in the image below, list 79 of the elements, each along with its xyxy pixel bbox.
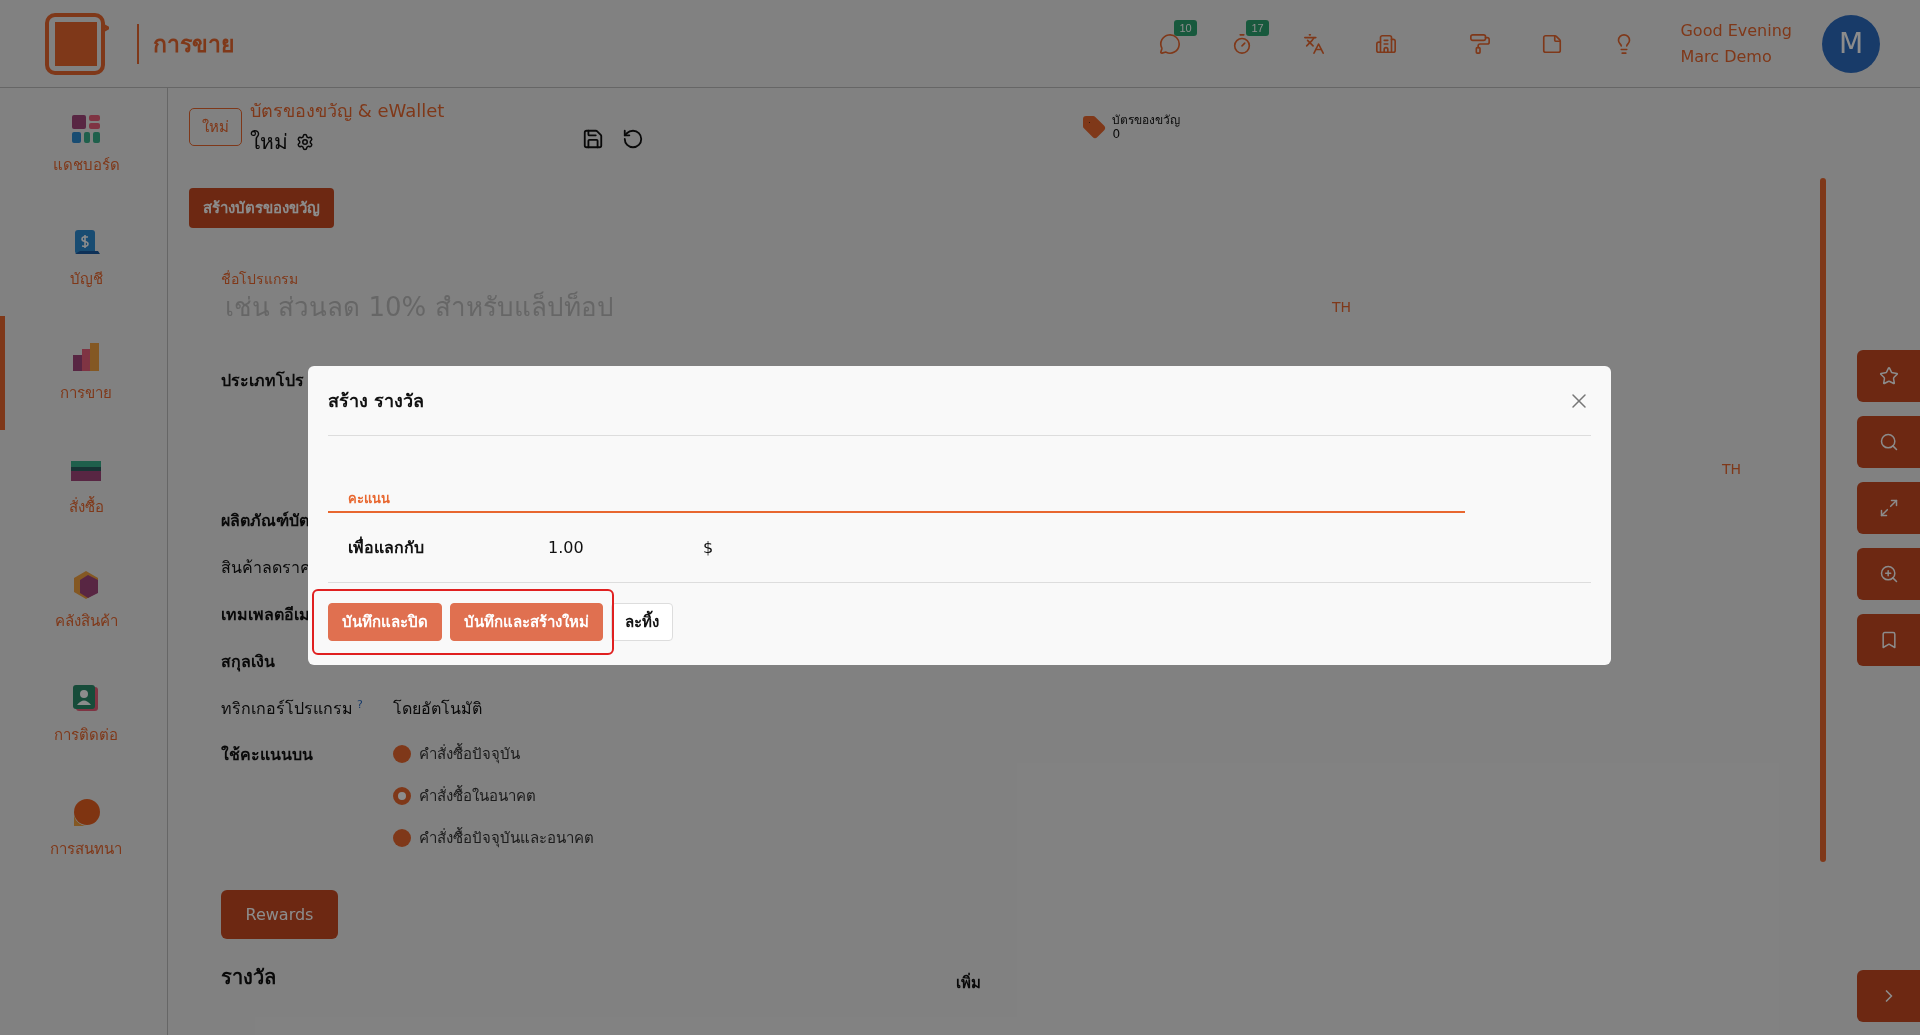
radio-label: คำสั่งซื้อปัจจุบัน xyxy=(419,742,520,766)
field-label: ทริกเกอร์โปรแกรม $^{?}$ xyxy=(221,696,364,720)
side-tool-button[interactable] xyxy=(1857,350,1920,402)
currency-symbol: $ xyxy=(703,538,715,557)
sidebar-item[interactable]: การติดต่อ xyxy=(0,658,167,772)
zoom-in-icon xyxy=(1878,564,1899,584)
dialog-title: สร้าง รางวัล xyxy=(328,389,425,413)
count-badge: 10 xyxy=(1174,19,1197,36)
radio-button[interactable] xyxy=(393,787,411,805)
paint-roller-icon xyxy=(1469,32,1492,55)
star-icon xyxy=(1878,366,1899,386)
side-tool-button[interactable] xyxy=(1857,416,1920,468)
stat-label: บัตรของขวัญ xyxy=(1112,113,1181,127)
breadcrumb-link[interactable]: บัตรของขวัญ & eWallet xyxy=(250,96,445,125)
side-tool-button[interactable] xyxy=(1857,548,1920,600)
language-tag[interactable]: TH xyxy=(1721,461,1741,508)
dialog-button[interactable]: บันทึกและปิด xyxy=(328,603,442,641)
note-icon xyxy=(1541,32,1564,55)
chat-icon xyxy=(1159,32,1182,55)
field-value: โดยอัตโนมัติ xyxy=(393,698,482,720)
save-button[interactable] xyxy=(582,128,605,150)
add-link[interactable]: เพิ่ม xyxy=(956,971,981,995)
sidebar-item[interactable]: บัญชี xyxy=(0,202,167,316)
side-tool-button[interactable] xyxy=(1857,614,1920,666)
toolbar-button[interactable]: 17 xyxy=(1206,21,1279,66)
logo-icon xyxy=(45,12,109,75)
dialog-button[interactable]: ละทิ้ง xyxy=(611,603,673,641)
dialog-button[interactable]: บันทึกและสร้างใหม่ xyxy=(450,603,603,641)
sidebar-label: บัญชี xyxy=(69,269,103,290)
field-label: เทมเพลตอีเม xyxy=(221,604,310,626)
user-name: Marc Demo xyxy=(1680,45,1773,68)
radio-button[interactable] xyxy=(393,829,411,847)
field-label: ใช้คะแนนบน xyxy=(221,744,314,766)
row-label: เพื่อแลกกับ xyxy=(348,535,425,559)
tag-icon xyxy=(1082,115,1107,139)
search-icon xyxy=(1878,432,1899,452)
status-badge: ใหม่ xyxy=(189,108,242,146)
field-label: ประเภทโปร xyxy=(221,370,304,392)
dashboard-icon xyxy=(70,113,102,145)
greeting-text: Good Evening xyxy=(1680,19,1792,42)
radio-label: คำสั่งซื้อในอนาคต xyxy=(419,784,536,807)
user-avatar[interactable]: M xyxy=(1822,14,1880,73)
sidebar-label: การติดต่อ xyxy=(54,725,118,746)
sidebar-item[interactable]: สั่งซื้อ xyxy=(0,430,167,544)
field-label: สินค้าลดราค xyxy=(221,557,311,579)
language-tag[interactable]: TH xyxy=(1331,299,1351,315)
sidebar-label: คลังสินค้า xyxy=(54,611,118,632)
record-title: ใหม่ xyxy=(250,129,288,156)
stat-value: 0 xyxy=(1112,127,1121,141)
radio-label: คำสั่งซื้อปัจจุบันและอนาคต xyxy=(419,826,594,850)
radio-button[interactable] xyxy=(393,745,411,763)
sidebar-label: สั่งซื้อ xyxy=(68,495,104,518)
sidebar-label: การขาย xyxy=(60,383,112,404)
sidebar-label: การสนทนา xyxy=(50,839,122,860)
side-tool-button[interactable] xyxy=(1857,482,1920,534)
field-label: สกุลเงิน xyxy=(221,651,275,674)
settings-button[interactable] xyxy=(296,132,314,151)
field-label: ผลิตภัณฑ์บัต xyxy=(221,510,309,532)
rewards-button[interactable]: Rewards xyxy=(221,890,338,939)
sidebar-item[interactable]: แดชบอร์ด xyxy=(0,88,167,202)
sidebar-item[interactable]: การขาย xyxy=(0,316,167,430)
sidebar-label: แดชบอร์ด xyxy=(52,155,120,176)
section-title: รางวัล xyxy=(221,964,276,991)
app-title: การขาย xyxy=(153,29,234,59)
building-icon xyxy=(1375,32,1398,55)
create-gift-card-button[interactable]: สร้างบัตรของขวัญ xyxy=(189,188,334,228)
sidebar-item[interactable]: การสนทนา xyxy=(0,772,167,886)
count-badge: 17 xyxy=(1246,19,1269,36)
translate-icon xyxy=(1303,32,1326,55)
section-tab[interactable]: คะแนน xyxy=(348,491,390,506)
expand-panel-button[interactable] xyxy=(1857,970,1920,1022)
expand-icon xyxy=(1878,498,1899,518)
field-label: ชื่อโปรแกรม xyxy=(221,269,299,289)
scrollbar[interactable] xyxy=(1820,178,1826,862)
amount-value: 1.00 xyxy=(548,538,585,557)
bar-chart-icon xyxy=(70,341,102,373)
undo-button[interactable] xyxy=(622,128,645,150)
sidebar-item[interactable]: คลังสินค้า xyxy=(0,544,167,658)
toolbar-button[interactable]: 10 xyxy=(1134,21,1207,66)
